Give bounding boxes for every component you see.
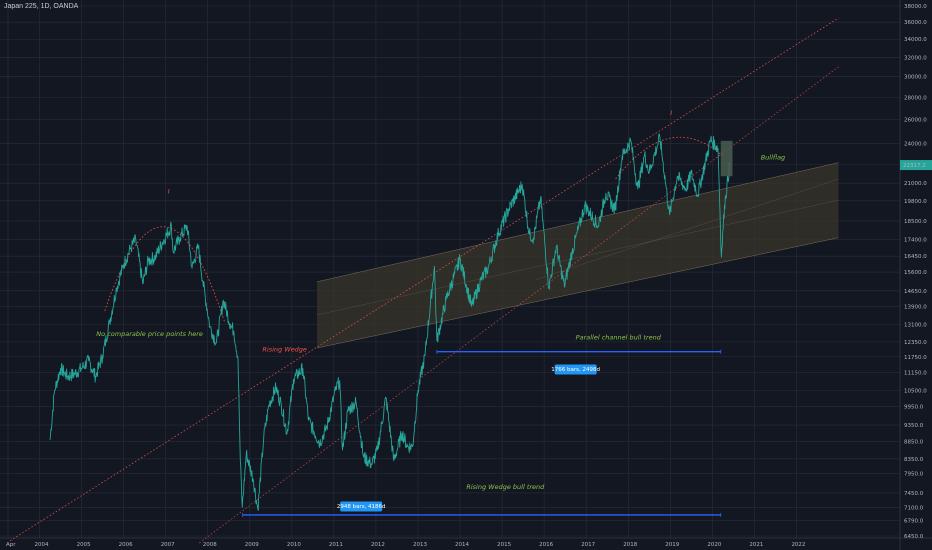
no-price-annotation: No comparable price points here <box>96 330 203 338</box>
last-price-tag: 22317.2 <box>903 163 926 169</box>
time-tick-label: 2004 <box>35 542 49 548</box>
price-tick-label: 17400.0 <box>904 237 927 243</box>
time-tick-label: 2019 <box>665 542 679 548</box>
price-tick-label: 30000.0 <box>904 75 927 81</box>
symbol-title: Japan 225, 1D, OANDA <box>4 3 79 10</box>
bullflag-annotation: Bullflag <box>761 153 786 161</box>
time-tick-label: 2021 <box>749 542 763 548</box>
time-tick-label: 2016 <box>539 542 553 548</box>
time-tick-label: 2005 <box>77 542 91 548</box>
price-tick-label: 28000.0 <box>904 95 927 101</box>
price-tick-label: 9350.0 <box>904 423 924 429</box>
price-tick-label: 7450.0 <box>904 491 924 497</box>
price-tick-label: 6450.0 <box>904 534 924 540</box>
price-tick-label: 8350.0 <box>904 457 924 463</box>
price-tick-label: 21000.0 <box>904 181 927 187</box>
time-tick-label: 2014 <box>455 542 469 548</box>
time-tick-label: 2010 <box>287 542 301 548</box>
marker-2007: I <box>168 187 170 195</box>
rising-wedge-bull-annotation: Rising Wedge bull trend <box>466 483 545 491</box>
price-tick-label: 13900.0 <box>904 305 927 311</box>
price-tick-label: 12350.0 <box>904 340 927 346</box>
price-tick-label: 26000.0 <box>904 117 927 123</box>
time-tick-label: 2013 <box>413 542 427 548</box>
price-tick-label: 32000.0 <box>904 55 927 61</box>
parallel-channel-annotation: Parallel channel bull trend <box>576 333 662 341</box>
price-tick-label: 34000.0 <box>904 37 927 43</box>
price-tick-label: 11150.0 <box>904 370 927 376</box>
time-tick-label: 2009 <box>245 542 259 548</box>
marker-2019: I <box>670 109 672 117</box>
price-tick-label: 10500.0 <box>904 388 927 394</box>
time-tick-label: 2007 <box>161 542 175 548</box>
price-tick-label: 18500.0 <box>904 219 927 225</box>
bullflag-box <box>720 140 733 177</box>
time-tick-label: 2015 <box>497 542 511 548</box>
measure-channel: 1766 bars, 2498d <box>551 367 600 373</box>
price-tick-label: 9950.0 <box>904 404 924 410</box>
price-chart[interactable]: I I 1766 bars, 2498d 2948 bars, 4186d No com… <box>0 0 932 550</box>
price-tick-label: 15600.0 <box>904 270 927 276</box>
time-tick-label: 2008 <box>203 542 217 548</box>
time-tick-label: 2006 <box>119 542 133 548</box>
price-tick-label: 11750.0 <box>904 355 927 361</box>
time-tick-label: 2012 <box>371 542 385 548</box>
price-tick-label: 19800.0 <box>904 199 927 205</box>
price-tick-label: 8850.0 <box>904 439 924 445</box>
price-tick-label: 14650.0 <box>904 289 927 295</box>
time-tick-label: Apr <box>6 542 16 548</box>
time-tick-label: 2011 <box>329 542 343 548</box>
price-tick-label: 36000.0 <box>904 20 927 26</box>
time-tick-label: 2017 <box>581 542 595 548</box>
time-tick-label: 2020 <box>707 542 721 548</box>
measure-wedge: 2948 bars, 4186d <box>337 504 386 510</box>
price-tick-label: 38000.0 <box>904 4 927 10</box>
price-tick-label: 13100.0 <box>904 322 927 328</box>
time-tick-label: 2022 <box>791 542 805 548</box>
rising-wedge-annotation: Rising Wedge <box>262 346 307 354</box>
price-tick-label: 6790.0 <box>904 519 924 525</box>
price-tick-label: 24000.0 <box>904 141 927 147</box>
time-tick-label: 2018 <box>623 542 637 548</box>
price-tick-label: 16450.0 <box>904 254 927 260</box>
price-tick-label: 7100.0 <box>904 505 924 511</box>
price-tick-label: 7950.0 <box>904 472 924 478</box>
